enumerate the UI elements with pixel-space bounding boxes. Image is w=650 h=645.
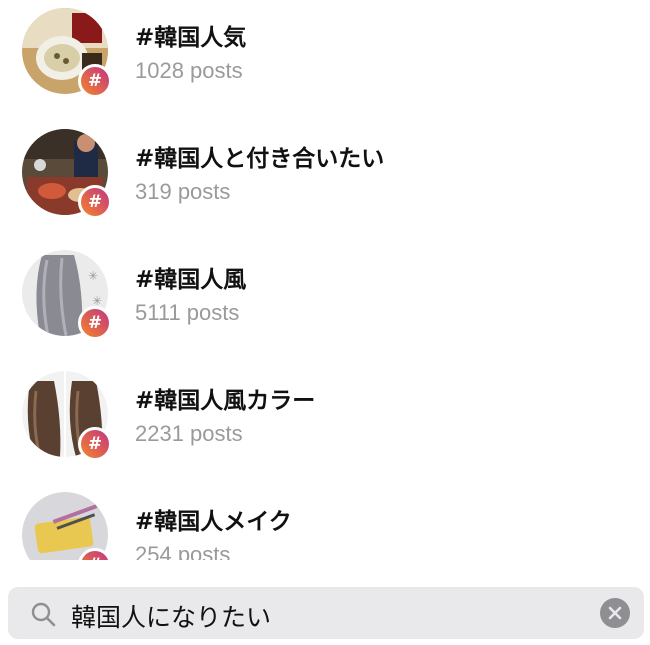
- search-input[interactable]: 韓国人になりたい: [71, 598, 271, 634]
- hashtag-post-count: 2231 posts: [135, 421, 243, 446]
- hashtag-badge-icon: #: [78, 427, 112, 461]
- hashtag-thumbnail: #: [22, 371, 112, 461]
- hashtag-thumbnail: #: [22, 8, 112, 98]
- hashtag-thumbnail: #: [22, 492, 112, 560]
- hashtag-result-row[interactable]: # #韓国人と付き合いたい 319 posts: [0, 121, 650, 241]
- hashtag-badge-icon: #: [78, 306, 112, 340]
- hashtag-post-count: 5111 posts: [135, 300, 240, 325]
- hashtag-result-row[interactable]: # #韓国人メイク 254 posts: [0, 484, 650, 560]
- hashtag-name: #韓国人風カラー: [135, 388, 316, 414]
- hashtag-thumbnail: #: [22, 129, 112, 219]
- hashtag-name: #韓国人気: [135, 25, 247, 51]
- hashtag-badge-icon: #: [78, 64, 112, 98]
- hashtag-post-count: 254 posts: [135, 542, 231, 560]
- hashtag-results-list: # #韓国人気 1028 posts # #韓国人と付き合いたい 319 pos…: [0, 0, 650, 560]
- hashtag-name: #韓国人メイク: [135, 509, 292, 535]
- hashtag-result-row[interactable]: # #韓国人風カラー 2231 posts: [0, 363, 650, 483]
- hashtag-name: #韓国人風: [135, 267, 247, 293]
- hashtag-badge-icon: #: [78, 185, 112, 219]
- hashtag-result-row[interactable]: ✳ ✳ # #韓国人風 5111 posts: [0, 242, 650, 362]
- hashtag-thumbnail: ✳ ✳ #: [22, 250, 112, 340]
- svg-text:✳: ✳: [88, 269, 98, 283]
- clear-icon[interactable]: [600, 598, 630, 628]
- hashtag-result-row[interactable]: # #韓国人気 1028 posts: [0, 0, 650, 120]
- hashtag-post-count: 1028 posts: [135, 58, 243, 83]
- hashtag-name: #韓国人と付き合いたい: [135, 146, 385, 172]
- search-icon: [31, 602, 56, 627]
- hashtag-post-count: 319 posts: [135, 179, 231, 204]
- search-bar[interactable]: 韓国人になりたい: [8, 587, 644, 639]
